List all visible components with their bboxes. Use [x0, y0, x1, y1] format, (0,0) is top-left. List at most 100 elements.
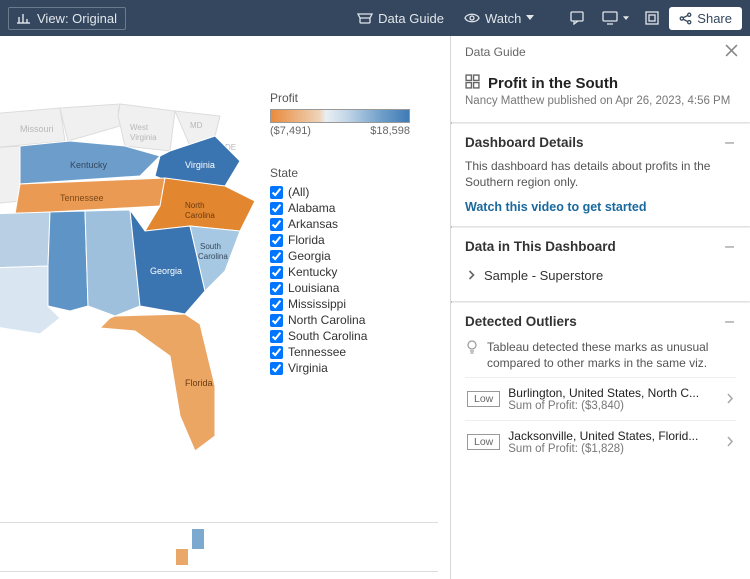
monitor-icon	[602, 11, 618, 25]
view-selector[interactable]: View: Original	[8, 7, 126, 30]
state-label: Kentucky	[288, 265, 337, 279]
outlier-sub: Sum of Profit: ($3,840)	[508, 400, 718, 412]
present-button[interactable]	[596, 7, 635, 29]
share-icon	[679, 12, 692, 25]
state-checkbox[interactable]	[270, 362, 283, 375]
state-label: Georgia	[288, 249, 331, 263]
state-label: Arkansas	[288, 217, 338, 231]
lightbulb-icon	[465, 339, 479, 371]
legend-gradient	[270, 109, 410, 123]
legend-max: $18,598	[370, 125, 410, 137]
state-label: Louisiana	[288, 281, 339, 295]
state-checkbox[interactable]	[270, 234, 283, 247]
state-checkbox[interactable]	[270, 346, 283, 359]
state-checkbox-row[interactable]: Virginia	[270, 360, 440, 376]
watch-dropdown[interactable]: Watch	[456, 7, 542, 30]
state-checkbox-row[interactable]: (All)	[270, 184, 440, 200]
state-checkbox[interactable]	[270, 298, 283, 311]
collapse-button[interactable]: –	[723, 238, 736, 256]
svg-text:Georgia: Georgia	[150, 266, 182, 276]
bar-chart-icon	[17, 11, 31, 25]
comments-button[interactable]	[564, 7, 592, 29]
svg-text:Missouri: Missouri	[20, 124, 54, 134]
data-source-name: Sample - Superstore	[484, 268, 603, 283]
outlier-title: Jacksonville, United States, Florid...	[508, 429, 718, 443]
chevron-right-icon	[726, 392, 734, 407]
svg-text:Carolina: Carolina	[198, 252, 228, 261]
state-checkbox-row[interactable]: South Carolina	[270, 328, 440, 344]
video-link[interactable]: Watch this video to get started	[465, 200, 736, 214]
state-checkbox-row[interactable]: Arkansas	[270, 216, 440, 232]
data-section: Data in This Dashboard – Sample - Supers…	[451, 228, 750, 301]
legend-title: Profit	[270, 91, 440, 105]
svg-text:Tennessee: Tennessee	[60, 193, 104, 203]
dashboard-icon	[465, 74, 480, 92]
state-checkbox[interactable]	[270, 330, 283, 343]
share-button[interactable]: Share	[669, 7, 742, 30]
state-checkbox-row[interactable]: Georgia	[270, 248, 440, 264]
state-checkbox-row[interactable]: Florida	[270, 232, 440, 248]
section-heading: Dashboard Details	[465, 135, 584, 150]
state-mississippi	[48, 211, 88, 311]
state-label: Tennessee	[288, 345, 346, 359]
close-icon[interactable]	[723, 42, 740, 62]
panel-label: Data Guide	[465, 45, 526, 59]
collapse-button[interactable]: –	[723, 134, 736, 152]
state-checkbox-row[interactable]: North Carolina	[270, 312, 440, 328]
details-description: This dashboard has details about profits…	[465, 158, 736, 190]
top-toolbar: View: Original Data Guide Watch	[0, 0, 750, 36]
chevron-right-icon	[726, 435, 734, 450]
state-label: Florida	[288, 233, 325, 247]
svg-text:MD: MD	[190, 121, 203, 130]
state-checkbox[interactable]	[270, 314, 283, 327]
dashboard-details-section: Dashboard Details – This dashboard has d…	[451, 124, 750, 226]
outlier-sub: Sum of Profit: ($1,828)	[508, 443, 718, 455]
low-badge: Low	[467, 434, 500, 450]
viz-area: Missouri West Virginia MD DE Kentucky	[0, 36, 450, 579]
state-checkbox-row[interactable]: Mississippi	[270, 296, 440, 312]
state-filter: State (All)AlabamaArkansasFloridaGeorgia…	[270, 166, 440, 376]
chat-icon	[570, 11, 586, 25]
state-checkbox[interactable]	[270, 202, 283, 215]
svg-text:Virginia: Virginia	[185, 160, 215, 170]
state-checkbox[interactable]	[270, 266, 283, 279]
section-heading: Data in This Dashboard	[465, 239, 616, 254]
chevron-down-icon	[526, 15, 534, 21]
collapse-button[interactable]: –	[723, 313, 736, 331]
state-checkbox[interactable]	[270, 250, 283, 263]
legend-min: ($7,491)	[270, 125, 311, 137]
svg-text:West: West	[130, 123, 149, 132]
section-heading: Detected Outliers	[465, 314, 577, 329]
dashboard-title: Profit in the South	[488, 75, 618, 92]
data-source-row[interactable]: Sample - Superstore	[465, 262, 736, 289]
chevron-right-icon	[467, 268, 476, 283]
outlier-item[interactable]: LowBurlington, United States, North C...…	[465, 377, 736, 420]
state-label: (All)	[288, 185, 309, 199]
svg-text:Virginia: Virginia	[130, 133, 157, 142]
state-label: Virginia	[288, 361, 328, 375]
state-checkbox-row[interactable]: Kentucky	[270, 264, 440, 280]
state-checkbox[interactable]	[270, 218, 283, 231]
state-label: South Carolina	[288, 329, 367, 343]
data-guide-button[interactable]: Data Guide	[349, 7, 452, 30]
color-legend: Profit ($7,491) $18,598	[270, 91, 440, 137]
state-checkbox[interactable]	[270, 282, 283, 295]
low-badge: Low	[467, 391, 500, 407]
svg-text:South: South	[200, 242, 221, 251]
state-arkansas	[0, 212, 50, 268]
state-checkbox-row[interactable]: Tennessee	[270, 344, 440, 360]
state-label: North Carolina	[288, 313, 365, 327]
svg-text:Florida: Florida	[185, 378, 213, 388]
fullscreen-button[interactable]	[639, 7, 665, 29]
svg-text:Kentucky: Kentucky	[70, 160, 108, 170]
state-checkbox[interactable]	[270, 186, 283, 199]
state-checkbox-row[interactable]: Louisiana	[270, 280, 440, 296]
outliers-section: Detected Outliers – Tableau detected the…	[451, 303, 750, 475]
svg-text:Carolina: Carolina	[185, 211, 215, 220]
outliers-note: Tableau detected these marks as unusual …	[487, 339, 736, 371]
secondary-bar-chart[interactable]	[0, 522, 438, 572]
state-label: Alabama	[288, 201, 335, 215]
outlier-item[interactable]: Low Jacksonville, United States, Florid..…	[465, 420, 736, 463]
state-checkbox-row[interactable]: Alabama	[270, 200, 440, 216]
map-viz[interactable]: Missouri West Virginia MD DE Kentucky	[0, 56, 270, 476]
